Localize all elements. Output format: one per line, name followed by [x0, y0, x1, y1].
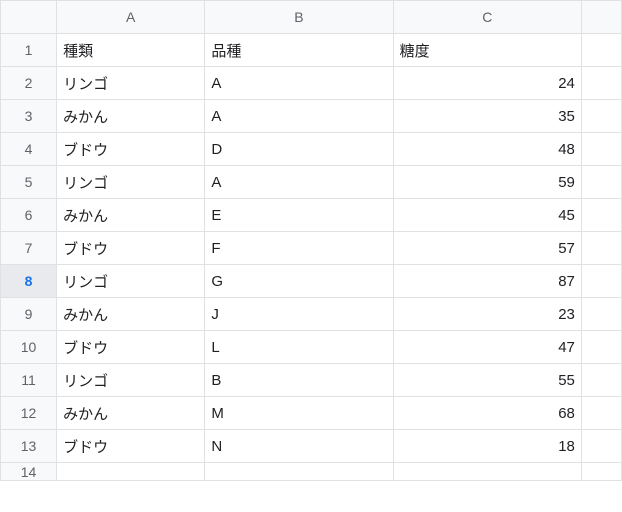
row-header[interactable]: 10 — [1, 331, 57, 364]
cell-C1[interactable]: 糖度 — [393, 34, 581, 67]
table-row: 9 みかん J 23 — [1, 298, 622, 331]
cell-A3[interactable]: みかん — [57, 100, 205, 133]
cell-C8[interactable]: 87 — [393, 265, 581, 298]
row-header[interactable]: 11 — [1, 364, 57, 397]
cell-C13[interactable]: 18 — [393, 430, 581, 463]
cell-C9[interactable]: 23 — [393, 298, 581, 331]
cell-A6[interactable]: みかん — [57, 199, 205, 232]
col-header-D[interactable] — [581, 1, 621, 34]
cell-B6[interactable]: E — [205, 199, 393, 232]
cell-D1[interactable] — [581, 34, 621, 67]
cell-A4[interactable]: ブドウ — [57, 133, 205, 166]
cell-A11[interactable]: リンゴ — [57, 364, 205, 397]
cell-A10[interactable]: ブドウ — [57, 331, 205, 364]
column-header-row: A B C — [1, 1, 622, 34]
cell-D11[interactable] — [581, 364, 621, 397]
row-header[interactable]: 7 — [1, 232, 57, 265]
col-header-A[interactable]: A — [57, 1, 205, 34]
table-row: 13 ブドウ N 18 — [1, 430, 622, 463]
cell-B14[interactable] — [205, 463, 393, 481]
table-row: 2 リンゴ A 24 — [1, 67, 622, 100]
table-row: 6 みかん E 45 — [1, 199, 622, 232]
cell-D7[interactable] — [581, 232, 621, 265]
cell-D10[interactable] — [581, 331, 621, 364]
row-header[interactable]: 8 — [1, 265, 57, 298]
cell-A1[interactable]: 種類 — [57, 34, 205, 67]
table-row: 8 リンゴ G 87 — [1, 265, 622, 298]
select-all-corner[interactable] — [1, 1, 57, 34]
cell-A2[interactable]: リンゴ — [57, 67, 205, 100]
row-header[interactable]: 12 — [1, 397, 57, 430]
table-row: 5 リンゴ A 59 — [1, 166, 622, 199]
cell-A5[interactable]: リンゴ — [57, 166, 205, 199]
cell-D4[interactable] — [581, 133, 621, 166]
row-header[interactable]: 5 — [1, 166, 57, 199]
table-row: 3 みかん A 35 — [1, 100, 622, 133]
row-header[interactable]: 1 — [1, 34, 57, 67]
cell-D9[interactable] — [581, 298, 621, 331]
cell-B9[interactable]: J — [205, 298, 393, 331]
cell-C6[interactable]: 45 — [393, 199, 581, 232]
table-row: 10 ブドウ L 47 — [1, 331, 622, 364]
cell-A8[interactable]: リンゴ — [57, 265, 205, 298]
cell-C14[interactable] — [393, 463, 581, 481]
cell-C12[interactable]: 68 — [393, 397, 581, 430]
row-header[interactable]: 2 — [1, 67, 57, 100]
cell-C2[interactable]: 24 — [393, 67, 581, 100]
table-row: 4 ブドウ D 48 — [1, 133, 622, 166]
cell-D5[interactable] — [581, 166, 621, 199]
table-row: 12 みかん M 68 — [1, 397, 622, 430]
cell-C11[interactable]: 55 — [393, 364, 581, 397]
row-header[interactable]: 3 — [1, 100, 57, 133]
cell-B8[interactable]: G — [205, 265, 393, 298]
table-row: 7 ブドウ F 57 — [1, 232, 622, 265]
cell-D12[interactable] — [581, 397, 621, 430]
cell-B3[interactable]: A — [205, 100, 393, 133]
cell-A7[interactable]: ブドウ — [57, 232, 205, 265]
cell-A12[interactable]: みかん — [57, 397, 205, 430]
cell-A13[interactable]: ブドウ — [57, 430, 205, 463]
cell-A14[interactable] — [57, 463, 205, 481]
cell-B1[interactable]: 品種 — [205, 34, 393, 67]
table-row: 14 — [1, 463, 622, 481]
col-header-C[interactable]: C — [393, 1, 581, 34]
row-header[interactable]: 4 — [1, 133, 57, 166]
cell-B7[interactable]: F — [205, 232, 393, 265]
spreadsheet-grid: A B C 1 種類 品種 糖度 2 リンゴ A 24 3 みかん A 35 4… — [0, 0, 622, 481]
cell-B12[interactable]: M — [205, 397, 393, 430]
row-header[interactable]: 6 — [1, 199, 57, 232]
col-header-B[interactable]: B — [205, 1, 393, 34]
cell-D13[interactable] — [581, 430, 621, 463]
cell-D14[interactable] — [581, 463, 621, 481]
cell-D6[interactable] — [581, 199, 621, 232]
cell-B11[interactable]: B — [205, 364, 393, 397]
cell-C5[interactable]: 59 — [393, 166, 581, 199]
row-header[interactable]: 9 — [1, 298, 57, 331]
cell-B2[interactable]: A — [205, 67, 393, 100]
table-row: 11 リンゴ B 55 — [1, 364, 622, 397]
cell-D8[interactable] — [581, 265, 621, 298]
cell-B13[interactable]: N — [205, 430, 393, 463]
cell-B5[interactable]: A — [205, 166, 393, 199]
cell-D3[interactable] — [581, 100, 621, 133]
table-row: 1 種類 品種 糖度 — [1, 34, 622, 67]
cell-A9[interactable]: みかん — [57, 298, 205, 331]
row-header[interactable]: 13 — [1, 430, 57, 463]
cell-C4[interactable]: 48 — [393, 133, 581, 166]
cell-B4[interactable]: D — [205, 133, 393, 166]
cell-C7[interactable]: 57 — [393, 232, 581, 265]
cell-D2[interactable] — [581, 67, 621, 100]
cell-B10[interactable]: L — [205, 331, 393, 364]
cell-C10[interactable]: 47 — [393, 331, 581, 364]
row-header[interactable]: 14 — [1, 463, 57, 481]
cell-C3[interactable]: 35 — [393, 100, 581, 133]
